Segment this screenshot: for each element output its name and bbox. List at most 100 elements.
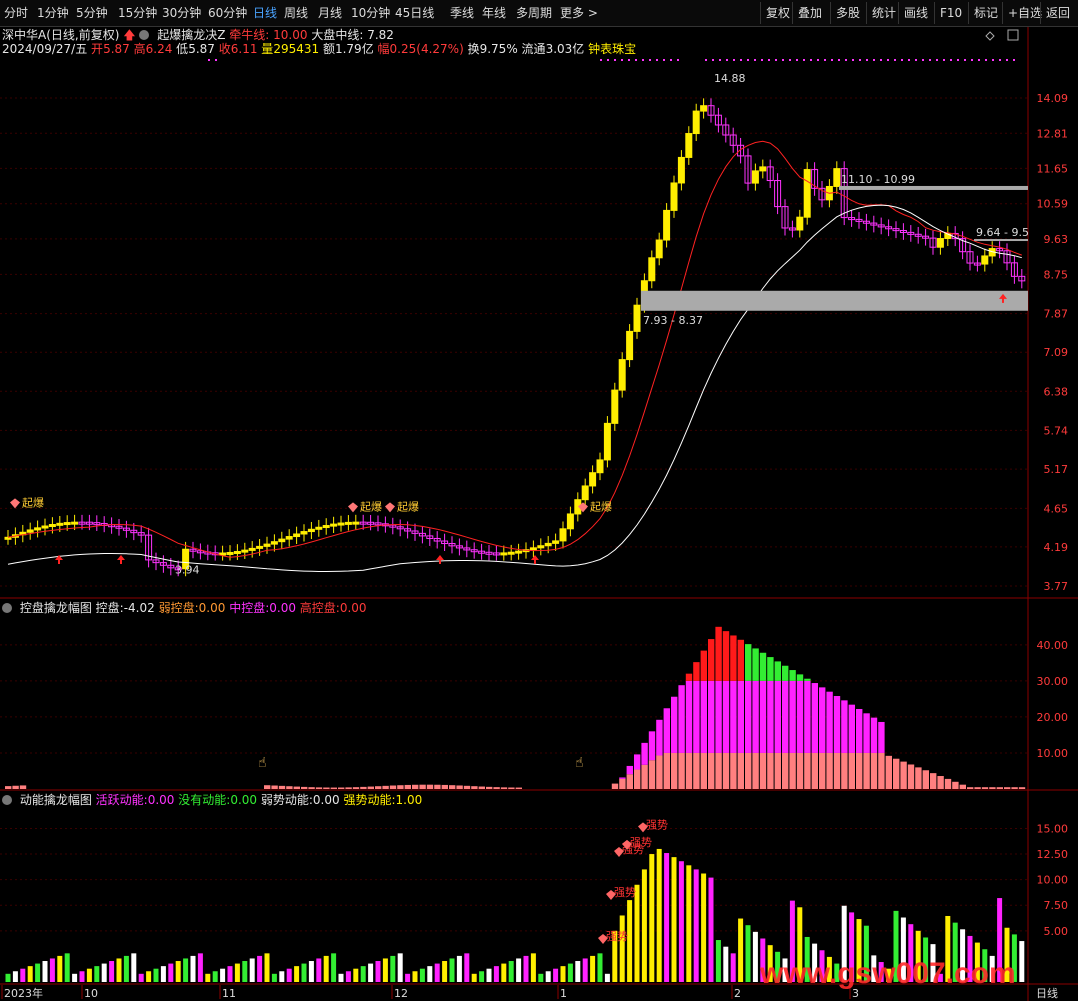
momentum-bar xyxy=(405,973,411,982)
month-label: 2 xyxy=(734,987,741,1000)
control-bar xyxy=(693,680,700,753)
price-tick-label: 5.74 xyxy=(1044,424,1069,437)
control-tick-label: 20.00 xyxy=(1037,711,1069,724)
momentum-bar xyxy=(308,961,314,982)
momentum-bar xyxy=(530,953,536,982)
momentum-bar xyxy=(227,966,233,982)
marker-dot xyxy=(845,59,847,61)
price-tick-label: 3.77 xyxy=(1044,580,1069,593)
control-bar xyxy=(782,680,789,753)
momentum-bar xyxy=(294,966,300,982)
momentum-bar xyxy=(168,963,174,982)
marker-dot xyxy=(663,59,665,61)
control-bar xyxy=(12,785,19,789)
control-bar xyxy=(441,784,448,789)
lower-zone-label: 7.93 - 8.37 xyxy=(643,314,703,327)
candle-body xyxy=(581,485,589,501)
control-bar xyxy=(789,680,796,753)
candle-body xyxy=(226,551,234,555)
momentum-bar xyxy=(523,955,529,982)
marker-dot xyxy=(656,59,658,61)
control-bar xyxy=(811,683,818,753)
marker-dot xyxy=(880,59,882,61)
candle-body xyxy=(41,525,49,529)
upper-zone-band xyxy=(839,185,1028,190)
control-bar xyxy=(685,673,693,681)
axes-layer: 14.09 12.81 11.65 10.59 9.63 8.75 7.87 7.09 6.38… xyxy=(1,92,1069,1000)
control-bar xyxy=(944,778,952,789)
candle-body xyxy=(270,541,278,545)
candle-body xyxy=(759,166,767,172)
control-bar xyxy=(722,752,730,789)
control-bar xyxy=(930,773,937,789)
control-bar xyxy=(730,680,737,753)
price-tick-label: 11.65 xyxy=(1037,162,1069,175)
pointer-hand-icon: ☝ xyxy=(575,755,584,771)
momentum-bar xyxy=(331,953,337,982)
control-bar xyxy=(856,752,863,789)
candle-body xyxy=(241,549,249,553)
control-bar xyxy=(922,770,929,789)
price-tick-label: 5.17 xyxy=(1044,463,1069,476)
control-bar xyxy=(478,786,485,789)
up-arrow-icon xyxy=(436,554,444,564)
control-bar xyxy=(708,680,715,753)
signal-tag: 起爆 xyxy=(397,499,419,513)
marker-dot xyxy=(607,59,609,61)
control-bar xyxy=(782,752,789,789)
marker-dot xyxy=(866,59,868,61)
control-bar xyxy=(796,680,804,753)
momentum-bar xyxy=(486,968,492,982)
watermark-text: www.gsw007.com xyxy=(759,957,1016,990)
momentum-bar xyxy=(516,958,522,982)
marker-dot xyxy=(873,59,875,61)
control-bar xyxy=(648,760,656,789)
momentum-bar xyxy=(316,958,322,982)
control-bar xyxy=(345,787,352,789)
marker-dot xyxy=(754,59,756,61)
control-bar xyxy=(1011,787,1018,789)
control-bar xyxy=(685,752,693,789)
marker-dot xyxy=(600,59,602,61)
control-bar xyxy=(752,680,759,753)
upper-zone-label: 11.10 - 10.99 xyxy=(841,173,915,186)
control-bar xyxy=(774,752,781,789)
control-bar xyxy=(463,785,471,789)
momentum-bar xyxy=(123,955,129,982)
control-bar xyxy=(648,731,656,761)
momentum-bar xyxy=(183,958,189,982)
candle-body xyxy=(981,255,989,265)
control-bar xyxy=(5,786,12,789)
control-bar xyxy=(856,708,863,753)
month-label: 11 xyxy=(222,987,236,1000)
control-bar xyxy=(685,680,693,753)
candle-body xyxy=(633,304,641,332)
control-bar xyxy=(619,777,626,779)
price-tick-label: 10.59 xyxy=(1037,198,1069,211)
control-bar xyxy=(826,752,833,789)
momentum-bar xyxy=(501,963,507,982)
momentum-tick-label: 12.50 xyxy=(1037,848,1069,861)
period-label: 日线 xyxy=(1036,986,1058,1000)
candle-body xyxy=(34,527,42,531)
marker-dot xyxy=(712,59,714,61)
control-bar xyxy=(715,626,722,681)
candle-body xyxy=(596,459,604,474)
momentum-bar xyxy=(634,884,640,982)
momentum-bar xyxy=(138,973,144,982)
control-bar xyxy=(434,784,441,789)
candle-body xyxy=(566,513,574,530)
momentum-bar xyxy=(456,955,462,982)
control-bar xyxy=(360,786,367,789)
kline-chart-canvas[interactable]: 11.10 - 10.99 9.64 - 9.5 7.93 - 8.37 14.88 3… xyxy=(0,0,1078,1001)
marker-dot xyxy=(810,59,812,61)
momentum-bar xyxy=(249,958,255,982)
marker-dot xyxy=(887,59,889,61)
pointer-hand-icon: ☝ xyxy=(258,755,267,771)
control-bar xyxy=(19,785,27,789)
momentum-bar xyxy=(479,971,485,982)
diamond-icon xyxy=(348,502,358,513)
marker-dot xyxy=(719,59,721,61)
marker-dot xyxy=(838,59,840,61)
diamond-icon xyxy=(385,502,395,513)
